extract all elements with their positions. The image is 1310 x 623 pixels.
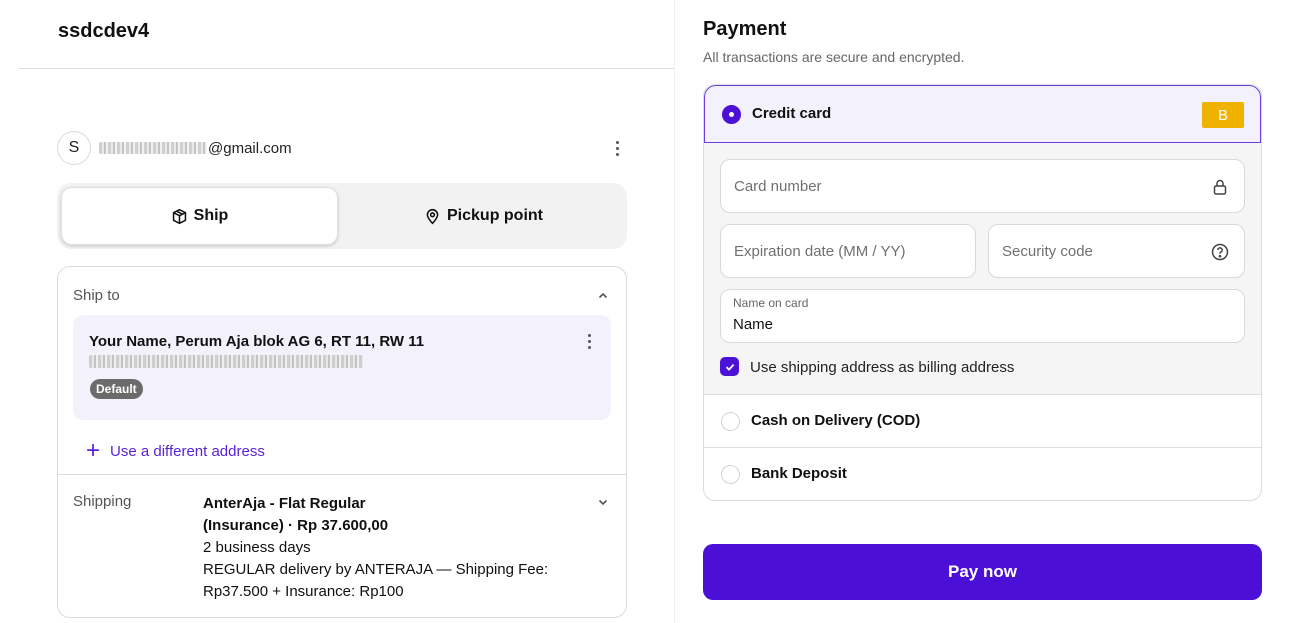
bank-deposit-radio[interactable] — [721, 465, 740, 484]
shipping-panel: Ship to Your Name, Perum Aja blok AG 6, … — [57, 266, 627, 618]
credit-card-option[interactable]: Credit card B — [704, 85, 1261, 143]
expiration-date-field[interactable]: Expiration date (MM / YY) — [720, 224, 976, 278]
pickup-option[interactable]: Pickup point — [345, 187, 622, 245]
payment-methods: Credit card B Card number Expiration dat… — [703, 84, 1262, 501]
chevron-up-icon[interactable] — [596, 289, 610, 303]
card-number-placeholder: Card number — [734, 178, 822, 195]
cod-option[interactable]: Cash on Delivery (COD) — [704, 395, 1261, 447]
card-number-field[interactable]: Card number — [720, 159, 1245, 213]
pickup-option-label: Pickup point — [447, 207, 543, 224]
shipping-divider — [58, 474, 626, 475]
billing-address-checkbox[interactable] — [720, 357, 739, 376]
cod-label: Cash on Delivery (COD) — [751, 412, 921, 429]
checkout-left-column: ssdcdev4 S @gmail.com Ship Pickup point … — [0, 0, 674, 623]
payment-column: Payment All transactions are secure and … — [674, 0, 1310, 623]
shipping-method-name: AnterAja - Flat Regular — [203, 495, 366, 512]
location-pin-icon — [426, 208, 439, 224]
shipping-duration: 2 business days — [203, 539, 311, 556]
avatar: S — [57, 131, 91, 165]
address-menu-icon[interactable] — [581, 331, 597, 351]
default-badge: Default — [90, 379, 143, 399]
payment-title: Payment — [703, 18, 787, 40]
shipping-method-detail: AnterAja - Flat Regular (Insurance) · Rp… — [203, 493, 588, 603]
ship-option[interactable]: Ship — [61, 187, 338, 245]
store-name[interactable]: ssdcdev4 — [58, 20, 149, 43]
plus-icon: + — [86, 437, 101, 464]
selected-address-card[interactable]: Your Name, Perum Aja blok AG 6, RT 11, R… — [73, 315, 611, 420]
package-icon — [172, 208, 186, 224]
name-on-card-label: Name on card — [733, 296, 809, 310]
use-different-address-link[interactable]: + Use a different address — [86, 439, 265, 463]
name-on-card-field[interactable]: Name on card Name — [720, 289, 1245, 343]
help-circle-icon[interactable] — [1210, 242, 1230, 262]
check-icon — [725, 363, 734, 371]
address-detail — [89, 355, 363, 373]
email-domain: @gmail.com — [208, 139, 292, 157]
credit-card-form: Card number Expiration date (MM / YY) Se… — [704, 143, 1261, 394]
expiration-placeholder: Expiration date (MM / YY) — [734, 243, 906, 260]
account-email: @gmail.com — [99, 140, 292, 157]
card-brand-logo: B — [1202, 102, 1244, 128]
bank-deposit-option[interactable]: Bank Deposit — [704, 448, 1261, 500]
header-divider — [19, 68, 674, 69]
use-different-address-label: Use a different address — [110, 442, 265, 460]
delivery-method-toggle: Ship Pickup point — [57, 183, 627, 249]
ship-option-label: Ship — [193, 207, 229, 224]
redacted-email-user — [99, 142, 207, 154]
credit-card-radio[interactable] — [722, 105, 741, 124]
ship-to-label: Ship to — [73, 287, 120, 304]
lock-icon — [1213, 179, 1227, 195]
account-menu-icon[interactable] — [609, 138, 625, 158]
chevron-down-icon[interactable] — [596, 495, 610, 509]
security-code-field[interactable]: Security code — [988, 224, 1245, 278]
billing-checkbox-label[interactable]: Use shipping address as billing address — [750, 359, 1014, 376]
pay-now-button[interactable]: Pay now — [703, 544, 1262, 600]
account-row: S @gmail.com — [57, 130, 627, 166]
shipping-description: REGULAR delivery by ANTERAJA — Shipping … — [203, 561, 549, 600]
address-name: Your Name, Perum Aja blok AG 6, RT 11, R… — [89, 333, 425, 350]
security-code-placeholder: Security code — [1002, 243, 1093, 260]
credit-card-label: Credit card — [752, 105, 832, 122]
name-on-card-value: Name — [733, 316, 774, 333]
bank-deposit-label: Bank Deposit — [751, 465, 847, 482]
shipping-label: Shipping — [73, 493, 132, 510]
payment-subtitle: All transactions are secure and encrypte… — [703, 49, 965, 65]
cod-radio[interactable] — [721, 412, 740, 431]
redacted-address — [89, 355, 363, 368]
shipping-method-price: (Insurance) · Rp 37.600,00 — [203, 517, 389, 534]
